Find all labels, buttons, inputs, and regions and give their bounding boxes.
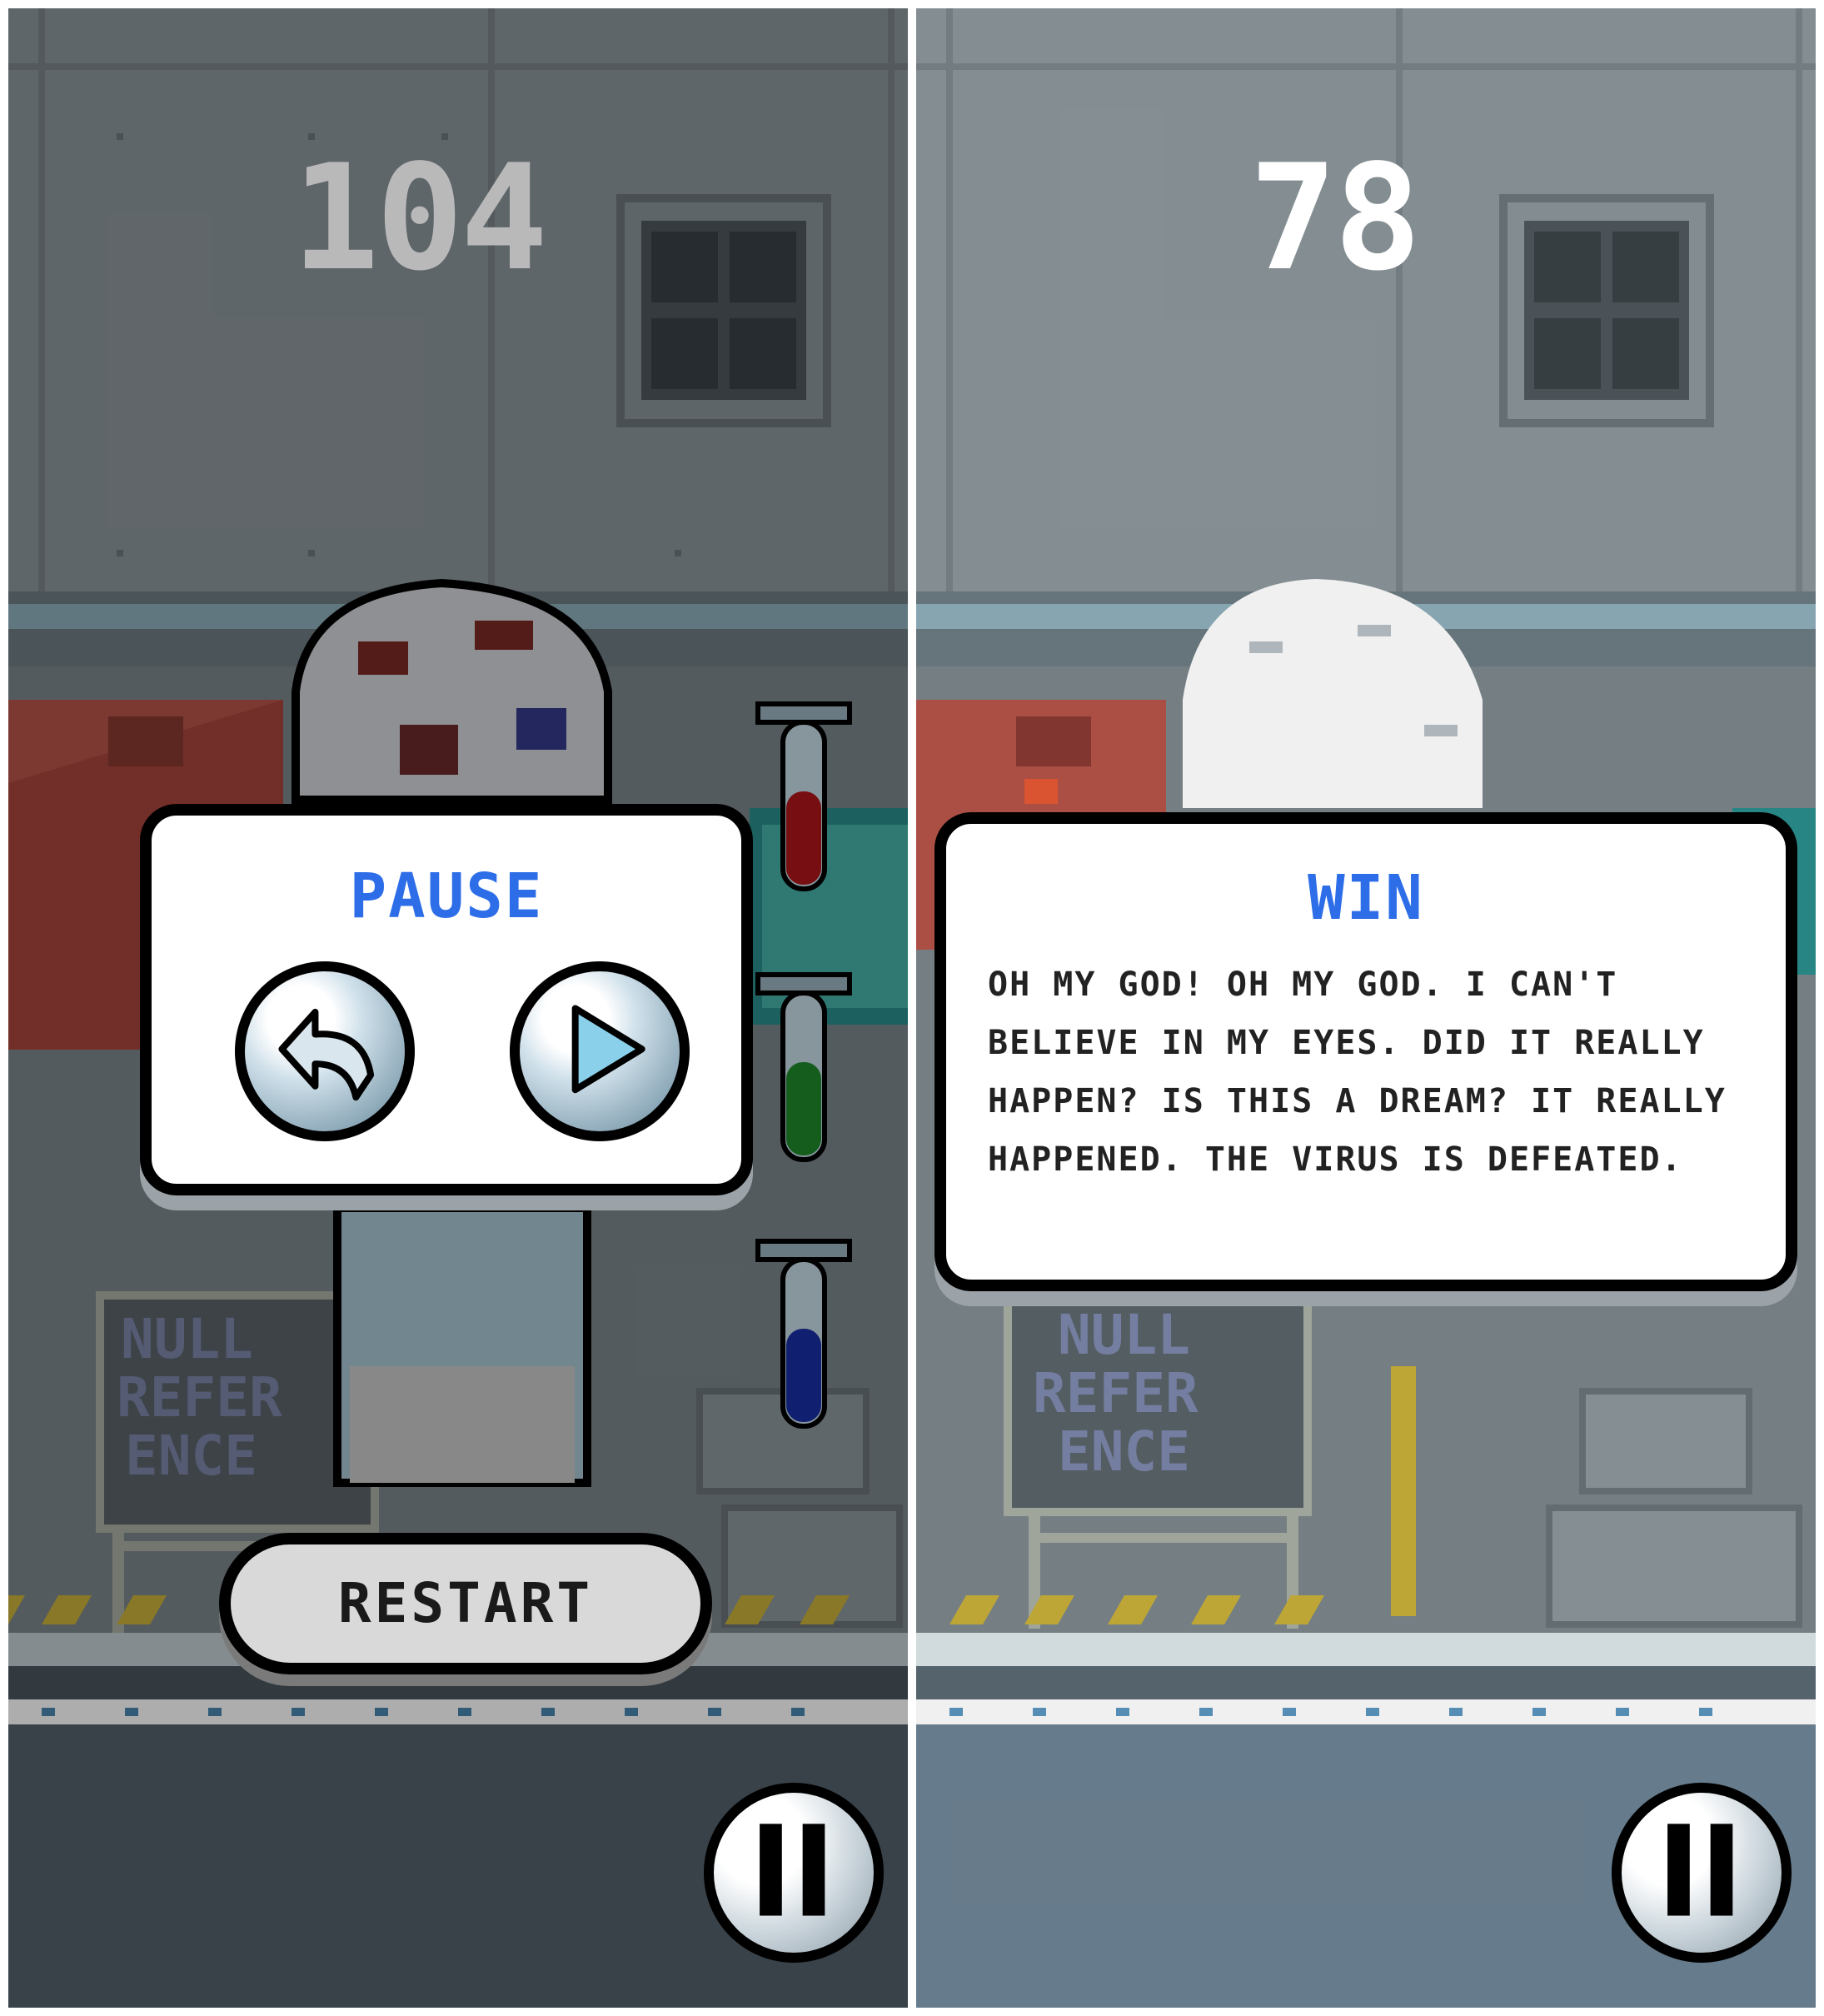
win-message: OH MY GOD! OH MY GOD. I CAN'T BELIEVE IN… [988, 966, 1727, 1179]
sign-line-3: ENCE [125, 1424, 257, 1488]
score-counter: 78 [1249, 134, 1422, 303]
pause-button[interactable] [704, 1783, 884, 1963]
pause-dialog: PAUSE [140, 804, 753, 1195]
back-button[interactable] [235, 961, 415, 1141]
sign-line-2: REFER [117, 1365, 282, 1430]
sign-line-3: ENCE [1058, 1420, 1190, 1484]
score-counter: 104 [292, 134, 548, 303]
sign-line-1: NULL [1058, 1303, 1190, 1367]
win-title: WIN [1308, 862, 1424, 934]
pause-icon [760, 1824, 825, 1916]
wall-vent [616, 194, 831, 427]
sign-line-1: NULL [121, 1307, 253, 1371]
play-icon [571, 1005, 645, 1094]
win-dialog: WIN OH MY GOD! OH MY GOD. I CAN'T BELIEV… [934, 812, 1797, 1291]
win-screen: NULL REFER ENCE 78 WIN OH MY GOD! OH MY … [916, 8, 1816, 2008]
sign-line-2: REFER [1033, 1361, 1199, 1425]
resume-button[interactable] [510, 961, 690, 1141]
pause-button[interactable] [1612, 1783, 1792, 1963]
pause-title: PAUSE [349, 861, 544, 932]
wall-vent [1499, 194, 1714, 427]
pause-screen: NULL REFER ENCE 104 PAUSE RESTART [8, 8, 908, 2008]
pause-icon [1667, 1824, 1733, 1916]
back-arrow-icon [278, 1008, 375, 1101]
restart-button[interactable]: RESTART [219, 1533, 712, 1674]
